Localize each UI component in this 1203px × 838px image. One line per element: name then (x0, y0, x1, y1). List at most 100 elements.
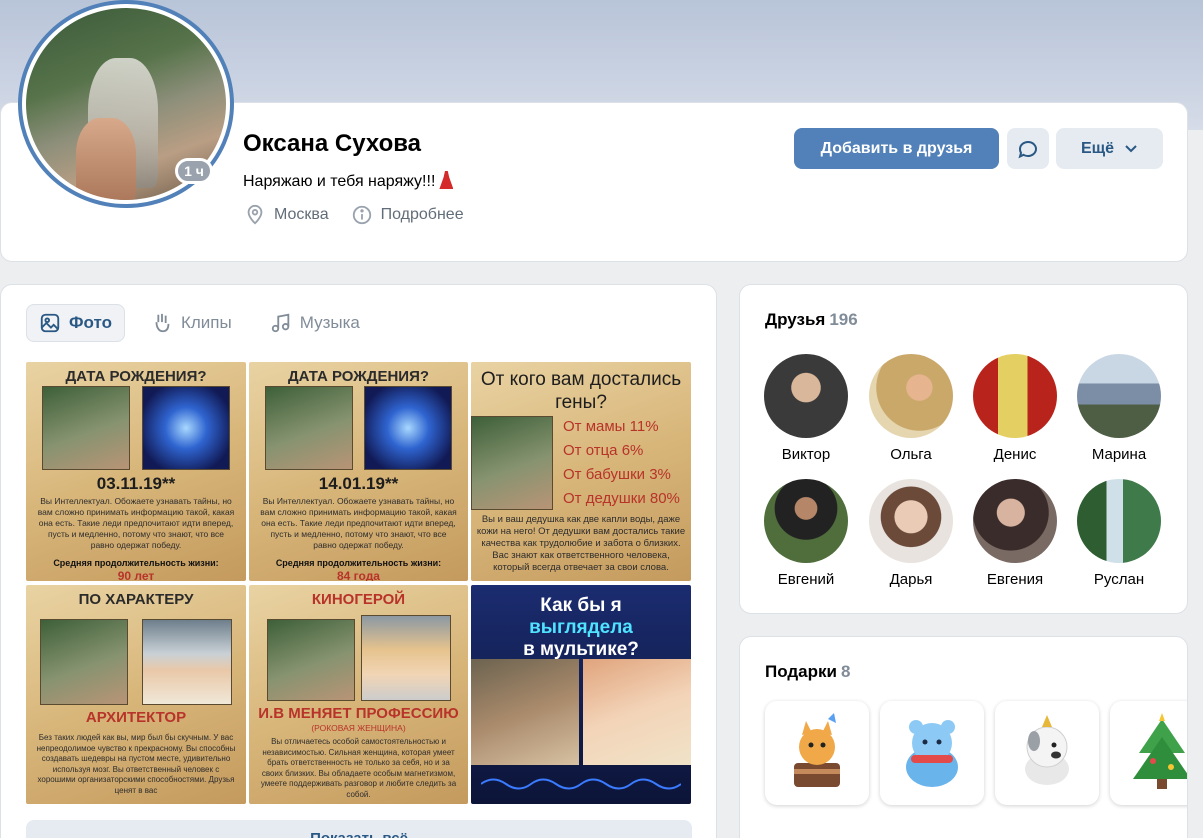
add-friend-button[interactable]: Добавить в друзья (794, 128, 999, 169)
photo-text: Вы Интеллектуал. Обожаете узнавать тайны… (260, 496, 457, 550)
photo-tile[interactable]: ДАТА РОЖДЕНИЯ? 14.01.19** Вы Интеллектуа… (249, 362, 468, 581)
photo-date: 14.01.19** (318, 474, 399, 493)
tab-clips-label: Клипы (180, 313, 232, 332)
photo-text: Вы отличаетесь особой самостоятельностью… (260, 737, 457, 799)
cartoon-line-2: выглядела (529, 617, 633, 638)
profession-subtitle: (РОКОВАЯ ЖЕНЩИНА) (311, 723, 406, 733)
friend-avatar (869, 354, 953, 438)
friend-avatar (1077, 479, 1161, 563)
chevron-down-icon (1125, 144, 1137, 152)
online-badge: 1 ч (175, 158, 213, 184)
white-dog-icon (1025, 715, 1069, 785)
friend-avatar (869, 479, 953, 563)
friend-item[interactable]: Ольга (861, 354, 961, 463)
music-icon (271, 313, 289, 333)
photo-text: Вы и ваш дедушка как две капли воды, даж… (476, 514, 686, 573)
tab-photos[interactable]: Фото (26, 304, 125, 342)
photo-grid: ДАТА РОЖДЕНИЯ? 03.11.19** Вы Интеллектуа… (26, 362, 692, 804)
gifts-title[interactable]: Подарки 8 (765, 662, 850, 682)
tab-music[interactable]: Музыка (258, 304, 372, 342)
tab-clips[interactable]: Клипы (139, 304, 244, 342)
friend-item[interactable]: Руслан (1069, 479, 1169, 588)
cartoon-photo (583, 659, 691, 765)
photo-text: Вы Интеллектуал. Обожаете узнавать тайны… (37, 496, 235, 550)
profile-name: Оксана Сухова (243, 130, 422, 157)
person-shape (76, 118, 136, 200)
brain-image (364, 386, 452, 470)
cartoon-title: Как бы я выглядела в мультике? (471, 595, 691, 661)
friends-title[interactable]: Друзья 196 (765, 310, 858, 330)
brain-image (142, 386, 230, 470)
tab-music-label: Музыка (299, 313, 360, 332)
photo-tile[interactable]: Как бы я выглядела в мультике? (471, 585, 691, 804)
gene-line: От бабушки 3% (563, 466, 671, 483)
gifts-count: 8 (840, 662, 851, 681)
photo-portrait (42, 386, 130, 470)
friend-item[interactable]: Евгения (965, 479, 1065, 588)
blue-bear-icon (906, 720, 958, 787)
photo-portrait (267, 619, 355, 701)
profile-city: Москва (274, 206, 329, 223)
life-label: Средняя продолжительность жизни: (275, 558, 442, 568)
profile-status-text: Наряжаю и тебя наряжу!!! (243, 173, 436, 190)
friend-avatar (1077, 354, 1161, 438)
photo-tile[interactable]: От кого вам достались гены? От мамы 11% … (471, 362, 691, 581)
dress-emoji-icon (439, 171, 454, 189)
show-all-button[interactable]: Показать всё (26, 820, 692, 838)
movie-hero-image (361, 615, 451, 701)
image-icon (40, 313, 60, 333)
photo-title: ДАТА РОЖДЕНИЯ? (287, 368, 430, 385)
photo-tile[interactable]: ДАТА РОЖДЕНИЯ? 03.11.19** Вы Интеллектуа… (26, 362, 246, 581)
profile-details-link[interactable]: Подробнее (381, 206, 464, 224)
photo-title: КИНОГЕРОЙ (311, 591, 406, 608)
photo-portrait (471, 416, 553, 510)
life-label: Средняя продолжительность жизни: (53, 558, 219, 568)
friends-title-label: Друзья (765, 310, 826, 329)
architect-image (142, 619, 232, 705)
cat-cake-icon[interactable] (765, 701, 869, 805)
life-value: 84 года (337, 569, 380, 581)
photo-tile[interactable]: ПО ХАРАКТЕРУ АРХИТЕКТОР Без таких людей … (26, 585, 246, 804)
clips-icon (155, 313, 170, 333)
profile-meta: Москва Подробнее (244, 204, 464, 226)
info-icon[interactable] (351, 204, 373, 226)
friend-item[interactable]: Дарья (861, 479, 961, 588)
friend-item[interactable]: Марина (1069, 354, 1169, 463)
white-dog-icon[interactable] (995, 701, 1099, 805)
photo-title: От кого вам достались гены? (480, 369, 682, 413)
photo-tile[interactable]: КИНОГЕРОЙ И.В МЕНЯЕТ ПРОФЕССИЮ (РОКОВАЯ … (249, 585, 468, 804)
friend-item[interactable]: Денис (965, 354, 1065, 463)
friend-name: Марина (1091, 446, 1147, 463)
chat-bubble-icon (1018, 140, 1037, 158)
friend-name: Евгений (777, 571, 835, 588)
photo-date: 03.11.19** (96, 474, 176, 493)
photo-title: ПО ХАРАКТЕРУ (78, 591, 194, 608)
photo-portrait (265, 386, 353, 470)
profile-status: Наряжаю и тебя наряжу!!! (243, 171, 454, 191)
tab-photos-label: Фото (69, 313, 112, 332)
gene-line: От мамы 11% (563, 418, 659, 435)
media-tabs: Фото Клипы Музыка (26, 304, 372, 342)
photo-portrait (40, 619, 128, 705)
photo-title: ДАТА РОЖДЕНИЯ? (65, 368, 207, 385)
friend-name: Денис (993, 446, 1037, 463)
real-photo (471, 659, 579, 765)
christmas-tree-icon (1133, 713, 1187, 789)
profession-title: И.В МЕНЯЕТ ПРОФЕССИЮ (258, 705, 459, 722)
friend-name: Виктор (781, 446, 831, 463)
location-pin-icon (247, 204, 263, 225)
gifts-title-label: Подарки (765, 662, 837, 681)
message-button[interactable] (1007, 128, 1049, 169)
friend-name: Дарья (889, 571, 933, 588)
blue-bear-icon[interactable] (880, 701, 984, 805)
more-button[interactable]: Ещё (1056, 128, 1163, 169)
friend-avatar (764, 354, 848, 438)
cartoon-line-3: в мультике? (523, 639, 639, 660)
cartoon-line-1: Как бы я (540, 595, 622, 616)
christmas-tree-icon[interactable] (1110, 701, 1187, 805)
friend-item[interactable]: Виктор (756, 354, 856, 463)
friend-name: Евгения (986, 571, 1044, 588)
gene-line: От дедушки 80% (563, 490, 680, 507)
wave-decoration (481, 778, 681, 790)
friend-item[interactable]: Евгений (756, 479, 856, 588)
